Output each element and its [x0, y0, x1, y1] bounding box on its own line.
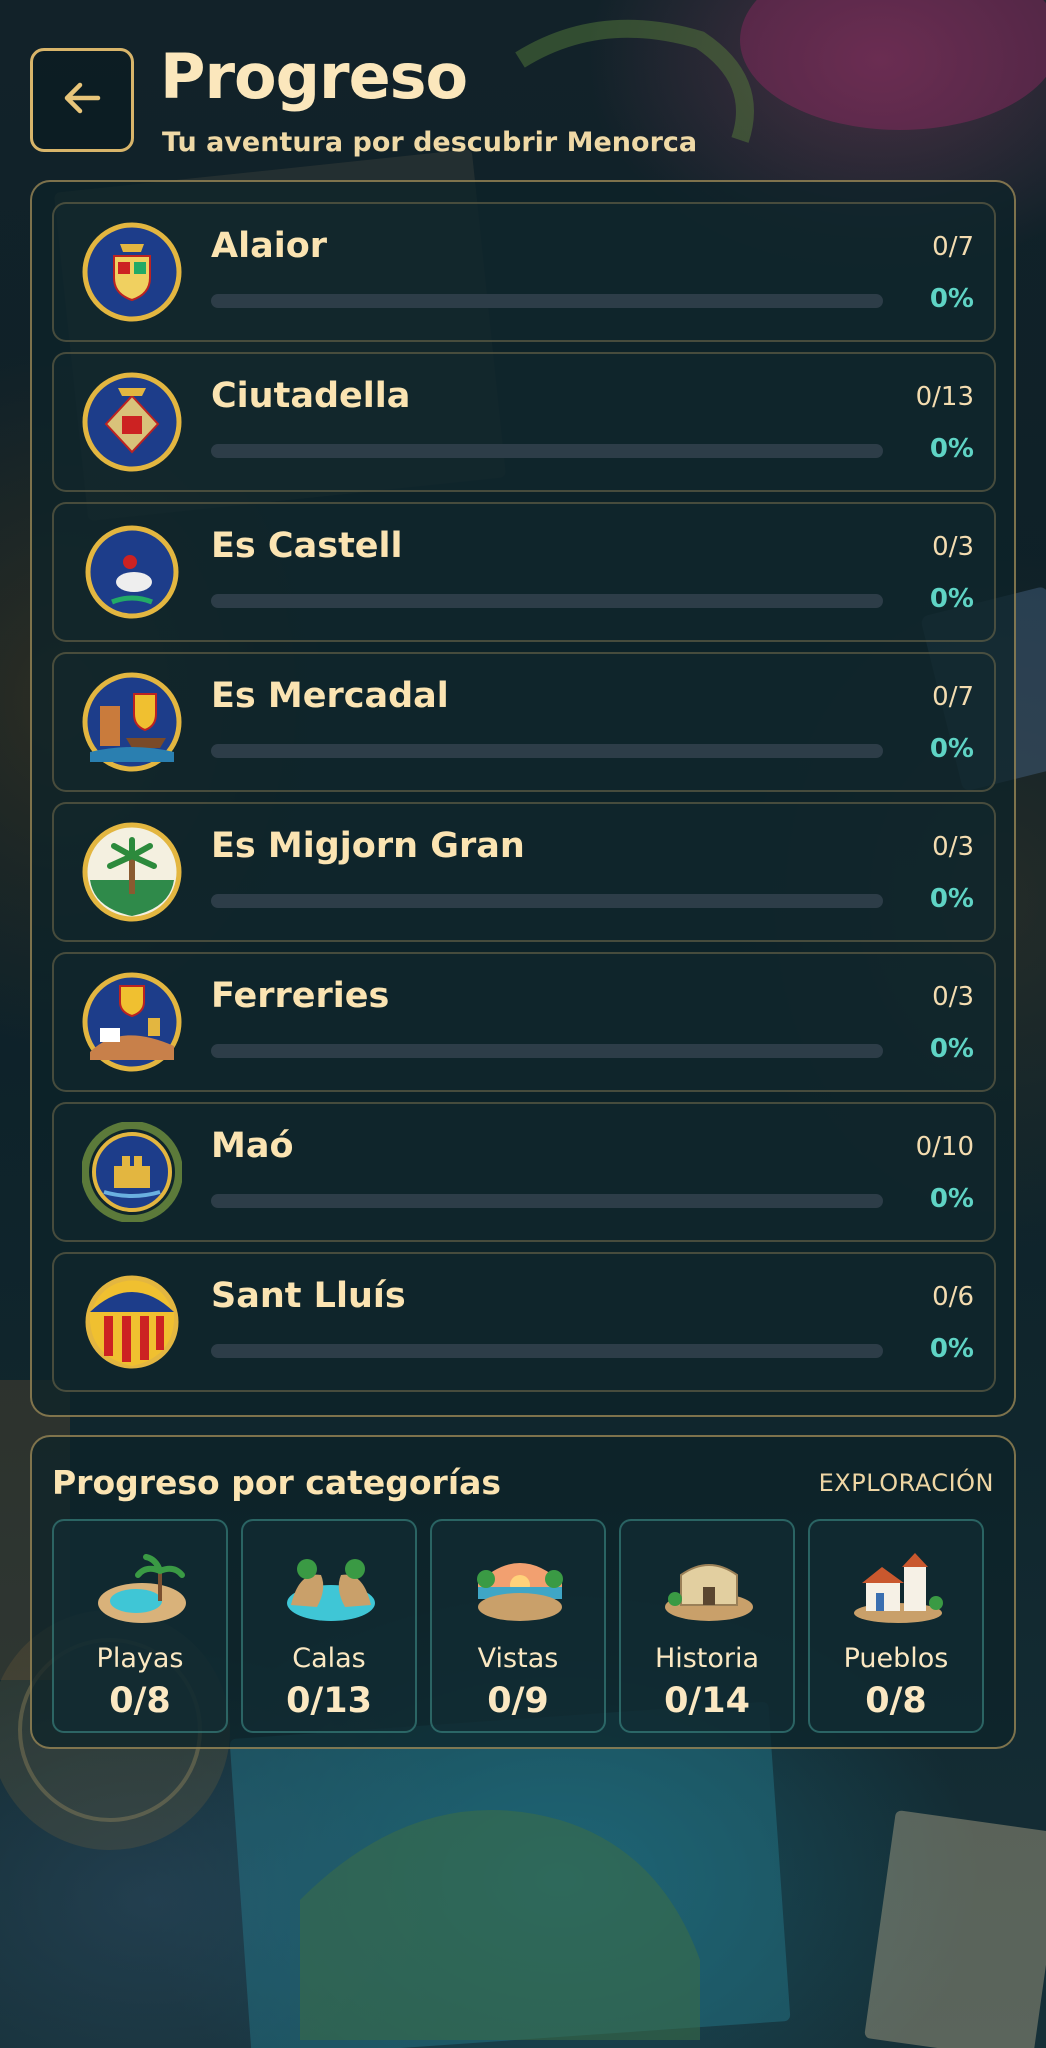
- town-name: Ciutadella: [211, 376, 411, 416]
- town-progress-bar: [211, 1194, 883, 1208]
- town-percent: 0%: [929, 1034, 974, 1064]
- town-row-alaior[interactable]: Alaior 0/7 0%: [52, 202, 996, 342]
- town-count: 0/7: [932, 682, 974, 712]
- town-name: Maó: [211, 1126, 294, 1166]
- ciutadella-crest-icon: [82, 372, 182, 472]
- beach-icon: [98, 1554, 186, 1623]
- village-icon: [854, 1553, 943, 1623]
- town-name: Ferreries: [211, 976, 390, 1016]
- town-percent: 0%: [929, 734, 974, 764]
- category-label: Historia: [654, 1643, 760, 1674]
- category-value: 0/8: [109, 1681, 171, 1721]
- category-value: 0/9: [487, 1681, 549, 1721]
- town-progress-bar: [211, 744, 883, 758]
- town-progress-bar: [211, 894, 883, 908]
- category-card-playas[interactable]: Playas 0/8: [52, 1519, 228, 1733]
- category-card-calas[interactable]: Calas 0/13: [241, 1519, 417, 1733]
- town-row-ciutadella[interactable]: Ciutadella 0/13 0%: [52, 352, 996, 492]
- town-percent: 0%: [929, 584, 974, 614]
- category-label: Pueblos: [843, 1643, 949, 1674]
- town-progress-bar: [211, 294, 883, 308]
- es-castell-crest-icon: [85, 525, 179, 619]
- town-count: 0/6: [932, 1282, 974, 1312]
- category-value: 0/8: [865, 1681, 927, 1721]
- town-row-sant-lluis[interactable]: Sant Lluís 0/6 0%: [52, 1252, 996, 1392]
- cove-icon: [287, 1559, 375, 1621]
- town-progress-bar: [211, 444, 883, 458]
- category-label: Vistas: [477, 1643, 559, 1674]
- mao-crest-icon: [82, 1122, 182, 1222]
- viewpoint-icon: [477, 1563, 563, 1621]
- town-count: 0/3: [932, 532, 974, 562]
- town-percent: 0%: [929, 284, 974, 314]
- town-percent: 0%: [929, 1184, 974, 1214]
- exploration-link[interactable]: EXPLORACIÓN: [819, 1469, 994, 1497]
- alaior-crest-icon: [82, 222, 182, 322]
- categories-panel: Progreso por categorías EXPLORACIÓN Play…: [30, 1435, 1016, 1749]
- category-value: 0/13: [286, 1681, 372, 1721]
- history-icon: [665, 1564, 753, 1621]
- town-row-ferreries[interactable]: Ferreries 0/3 0%: [52, 952, 996, 1092]
- page-title: Progreso: [160, 40, 468, 113]
- town-count: 0/10: [915, 1132, 974, 1162]
- ferreries-crest-icon: [82, 972, 182, 1072]
- town-count: 0/3: [932, 982, 974, 1012]
- es-migjorn-gran-crest-icon: [82, 822, 182, 922]
- category-label: Playas: [96, 1643, 184, 1674]
- sant-lluis-crest-icon: [85, 1275, 179, 1369]
- category-card-historia[interactable]: Historia 0/14: [619, 1519, 795, 1733]
- town-name: Es Mercadal: [211, 676, 449, 716]
- town-row-mao[interactable]: Maó 0/10 0%: [52, 1102, 996, 1242]
- town-progress-bar: [211, 1044, 883, 1058]
- page-subtitle: Tu aventura por descubrir Menorca: [162, 127, 698, 158]
- towns-progress-panel: Alaior 0/7 0% Ciutadella 0/13 0% Es Cast…: [30, 180, 1016, 1417]
- town-progress-bar: [211, 1344, 883, 1358]
- town-count: 0/7: [932, 232, 974, 262]
- town-percent: 0%: [929, 1334, 974, 1364]
- categories-title: Progreso por categorías: [52, 1463, 502, 1502]
- category-value: 0/14: [664, 1681, 750, 1721]
- town-row-es-castell[interactable]: Es Castell 0/3 0%: [52, 502, 996, 642]
- town-row-es-mercadal[interactable]: Es Mercadal 0/7 0%: [52, 652, 996, 792]
- category-label: Calas: [292, 1643, 366, 1674]
- town-count: 0/13: [915, 382, 974, 412]
- category-card-pueblos[interactable]: Pueblos 0/8: [808, 1519, 984, 1733]
- town-name: Sant Lluís: [211, 1276, 406, 1316]
- town-percent: 0%: [929, 884, 974, 914]
- es-mercadal-crest-icon: [82, 672, 182, 772]
- town-row-es-migjorn-gran[interactable]: Es Migjorn Gran 0/3 0%: [52, 802, 996, 942]
- town-name: Es Castell: [211, 526, 403, 566]
- arrow-left-icon: [60, 76, 104, 124]
- town-name: Alaior: [211, 226, 328, 266]
- town-count: 0/3: [932, 832, 974, 862]
- town-percent: 0%: [929, 434, 974, 464]
- town-name: Es Migjorn Gran: [211, 826, 525, 866]
- town-progress-bar: [211, 594, 883, 608]
- category-card-vistas[interactable]: Vistas 0/9: [430, 1519, 606, 1733]
- back-button[interactable]: [30, 48, 134, 152]
